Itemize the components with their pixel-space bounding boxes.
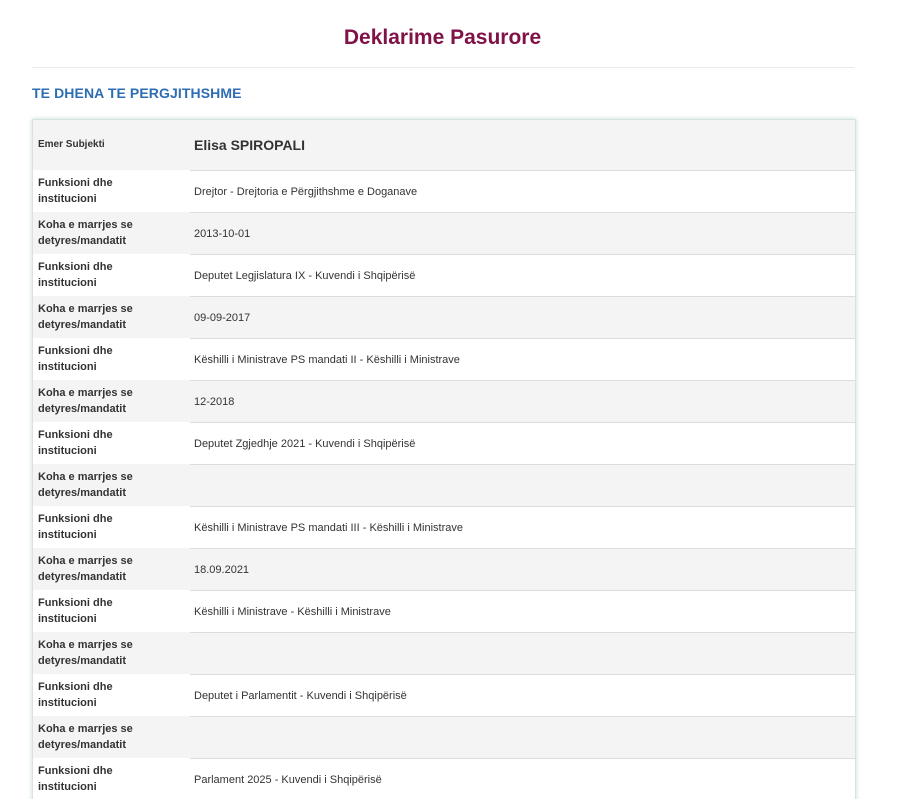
- row-value-cell: 2013-10-01: [190, 212, 855, 254]
- page-title: Deklarime Pasurore: [343, 26, 542, 49]
- row-value: Deputet Zgjedhje 2021 - Kuvendi i Shqipë…: [194, 437, 416, 450]
- row-value: 18.09.2021: [194, 563, 250, 576]
- row-value-cell: Deputet Legjislatura IX - Kuvendi i Shqi…: [190, 254, 855, 296]
- row-value-cell: [190, 464, 855, 506]
- row-value: 12-2018: [194, 395, 235, 408]
- cell-gap: [159, 758, 190, 799]
- row-label: Koha e marrjes se detyres/mandatit: [33, 716, 159, 758]
- row-value: Këshilli i Ministrave PS mandati II - Kë…: [194, 353, 460, 366]
- cell-gap: [159, 422, 190, 464]
- row-value-cell: Këshilli i Ministrave PS mandati III - K…: [190, 506, 855, 548]
- title-divider: [32, 67, 854, 68]
- row-label: Funksioni dhe institucioni: [33, 422, 159, 464]
- row-label: Emer Subjekti: [33, 120, 159, 170]
- row-value: 2013-10-01: [194, 227, 251, 240]
- table-row: Koha e marrjes se detyres/mandatit 2013-1…: [33, 212, 855, 254]
- row-value: Parlament 2025 - Kuvendi i Shqipërisë: [194, 773, 382, 786]
- row-label: Koha e marrjes se detyres/mandatit: [33, 212, 159, 254]
- row-label: Funksioni dhe institucioni: [33, 590, 159, 632]
- table-row: Funksioni dhe institucioni Këshilli i Min…: [33, 338, 855, 380]
- subject-name: Elisa SPIROPALI: [194, 137, 305, 153]
- row-label: Funksioni dhe institucioni: [33, 254, 159, 296]
- row-value-cell: 12-2018: [190, 380, 855, 422]
- row-value: Këshilli i Ministrave PS mandati III - K…: [194, 521, 463, 534]
- row-value-cell: Parlament 2025 - Kuvendi i Shqipërisë: [190, 758, 855, 799]
- row-label: Funksioni dhe institucioni: [33, 674, 159, 716]
- table-row: Funksioni dhe institucioni Këshilli i Min…: [33, 506, 855, 548]
- table-row: Funksioni dhe institucioni Këshilli i Min…: [33, 590, 855, 632]
- table-row: Koha e marrjes se detyres/mandatit 09-09-…: [33, 296, 855, 338]
- row-value: Deputet i Parlamentit - Kuvendi i Shqipë…: [194, 689, 407, 702]
- row-value-cell: Këshilli i Ministrave - Këshilli i Minis…: [190, 590, 855, 632]
- cell-gap: [159, 254, 190, 296]
- row-label: Funksioni dhe institucioni: [33, 338, 159, 380]
- row-value-cell: Deputet Zgjedhje 2021 - Kuvendi i Shqipë…: [190, 422, 855, 464]
- row-value-cell: Këshilli i Ministrave PS mandati II - Kë…: [190, 338, 855, 380]
- details-table: Emer Subjekti Elisa SPIROPALI Funksioni …: [32, 119, 856, 799]
- cell-gap: [159, 296, 190, 338]
- row-value: Drejtor - Drejtoria e Përgjithshme e Dog…: [194, 185, 418, 198]
- table-row: Koha e marrjes se detyres/mandatit: [33, 464, 855, 506]
- table-row: Funksioni dhe institucioni Deputet i Parl…: [33, 674, 855, 716]
- table-row-subject: Emer Subjekti Elisa SPIROPALI: [33, 120, 855, 170]
- row-value-cell: [190, 632, 855, 674]
- row-value-cell: [190, 716, 855, 758]
- row-label: Funksioni dhe institucioni: [33, 170, 159, 212]
- cell-gap: [159, 674, 190, 716]
- cell-gap: [159, 506, 190, 548]
- table-row: Koha e marrjes se detyres/mandatit: [33, 716, 855, 758]
- row-label: Koha e marrjes se detyres/mandatit: [33, 632, 159, 674]
- row-label: Funksioni dhe institucioni: [33, 758, 159, 799]
- table-row: Funksioni dhe institucioni Deputet Legjis…: [33, 254, 855, 296]
- table-row: Koha e marrjes se detyres/mandatit: [33, 632, 855, 674]
- cell-gap: [159, 464, 190, 506]
- cell-gap: [159, 338, 190, 380]
- cell-gap: [159, 212, 190, 254]
- row-value: Deputet Legjislatura IX - Kuvendi i Shqi…: [194, 269, 416, 282]
- cell-gap: [159, 632, 190, 674]
- table-row: Funksioni dhe institucioni Drejtor - Drej…: [33, 170, 855, 212]
- row-value: 09-09-2017: [194, 311, 251, 324]
- cell-gap: [159, 590, 190, 632]
- cell-gap: [159, 120, 190, 170]
- table-rows: Funksioni dhe institucioni Drejtor - Drej…: [33, 170, 855, 799]
- row-value-cell: Deputet i Parlamentit - Kuvendi i Shqipë…: [190, 674, 855, 716]
- row-label: Koha e marrjes se detyres/mandatit: [33, 548, 159, 590]
- table-row: Koha e marrjes se detyres/mandatit 12-201…: [33, 380, 855, 422]
- cell-gap: [159, 380, 190, 422]
- section-heading: TE DHENA TE PERGJITHSHME: [32, 85, 242, 101]
- row-value-cell: 18.09.2021: [190, 548, 855, 590]
- row-value-cell: 09-09-2017: [190, 296, 855, 338]
- row-value: Këshilli i Ministrave - Këshilli i Minis…: [194, 605, 391, 618]
- row-label: Koha e marrjes se detyres/mandatit: [33, 296, 159, 338]
- cell-gap: [159, 716, 190, 758]
- cell-gap: [159, 170, 190, 212]
- row-label: Koha e marrjes se detyres/mandatit: [33, 464, 159, 506]
- row-value-cell: Elisa SPIROPALI: [190, 120, 855, 170]
- row-label: Funksioni dhe institucioni: [33, 506, 159, 548]
- row-label: Koha e marrjes se detyres/mandatit: [33, 380, 159, 422]
- row-value-cell: Drejtor - Drejtoria e Përgjithshme e Dog…: [190, 170, 855, 212]
- cell-gap: [159, 548, 190, 590]
- page: Deklarime Pasurore TE DHENA TE PERGJITHS…: [0, 0, 900, 799]
- table-row: Funksioni dhe institucioni Parlament 2025…: [33, 758, 855, 799]
- table-row: Funksioni dhe institucioni Deputet Zgjedh…: [33, 422, 855, 464]
- table-row: Koha e marrjes se detyres/mandatit 18.09.…: [33, 548, 855, 590]
